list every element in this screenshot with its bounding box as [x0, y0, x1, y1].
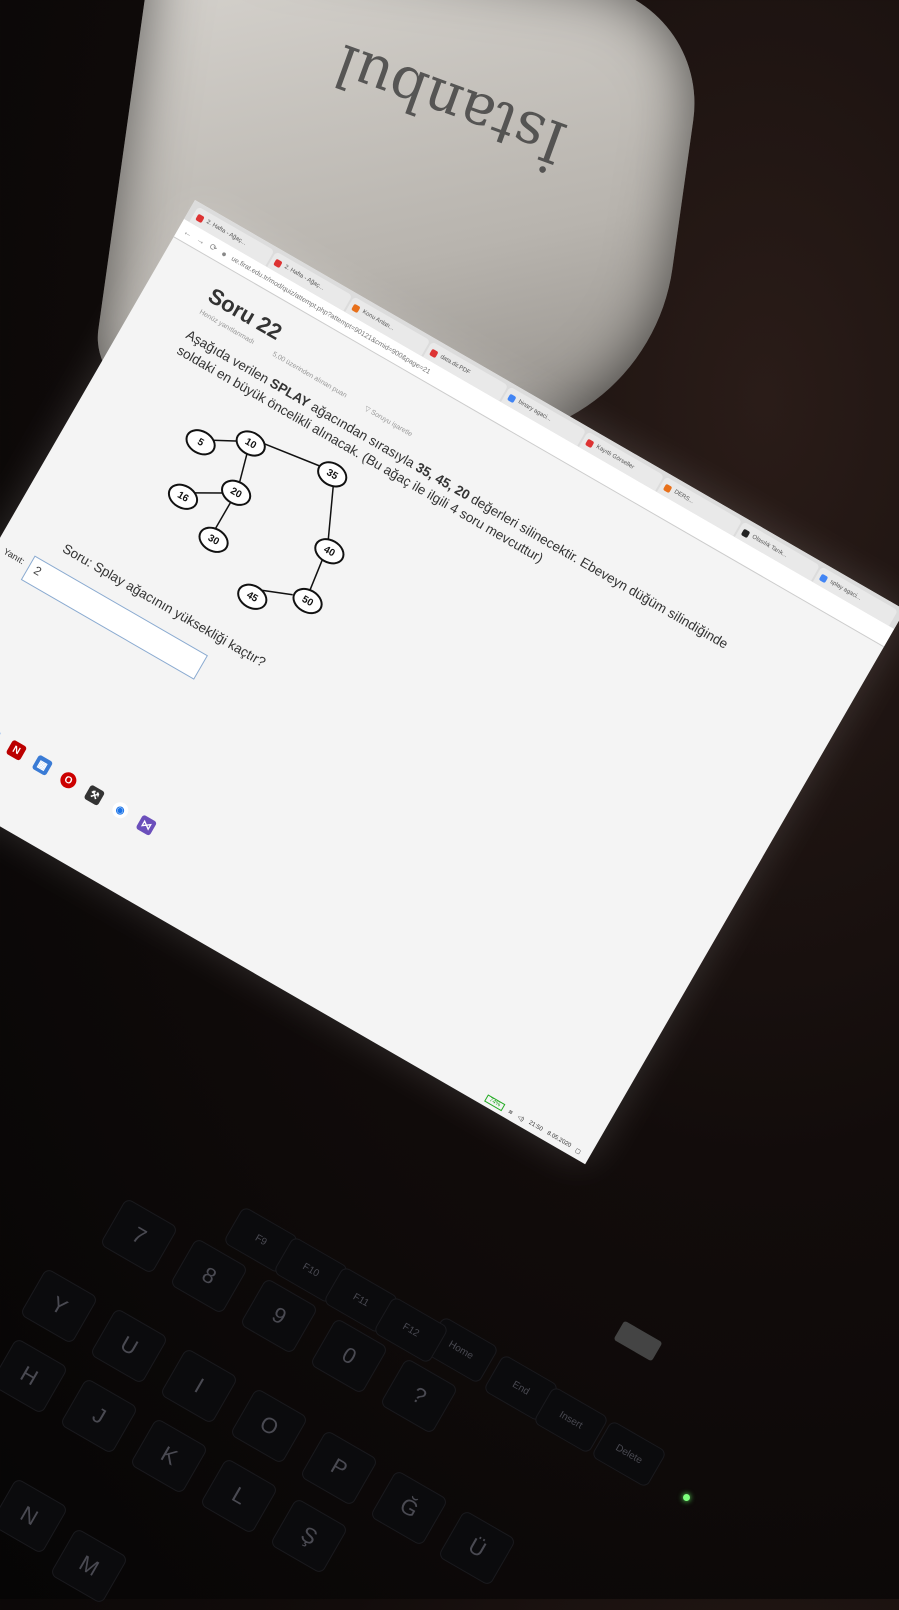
keyboard-key[interactable]: U	[90, 1308, 168, 1384]
tab-favicon-icon	[195, 213, 205, 223]
keyboard-key[interactable]: J	[60, 1378, 138, 1454]
store-icon[interactable]: ▦	[31, 754, 54, 777]
tab-favicon-icon	[507, 393, 517, 403]
netflix-icon[interactable]: N	[5, 739, 28, 762]
keyboard-key[interactable]: K	[130, 1418, 208, 1494]
lock-icon: ●	[219, 248, 230, 260]
keyboard-key[interactable]: Ş	[270, 1498, 348, 1574]
keyboard-key[interactable]: H	[0, 1338, 68, 1414]
reload-icon[interactable]: ⟳	[207, 241, 220, 254]
tab-favicon-icon	[273, 258, 283, 268]
tab-favicon-icon	[663, 483, 673, 493]
chrome-icon[interactable]: ◉	[109, 799, 132, 822]
visual-studio-icon[interactable]: ⋈	[135, 814, 158, 837]
keyboard-key[interactable]: P	[300, 1430, 378, 1506]
opera-icon[interactable]: O	[57, 769, 80, 792]
delete-key[interactable]: Delete	[592, 1421, 666, 1487]
tab-favicon-icon	[818, 573, 829, 583]
keyboard-key[interactable]: Ğ	[370, 1470, 448, 1546]
forward-arrow-icon[interactable]: →	[195, 234, 208, 247]
keyboard-key[interactable]: Y	[20, 1268, 98, 1344]
keyboard-key[interactable]: O	[230, 1388, 308, 1464]
keyboard-key[interactable]: 8	[170, 1238, 248, 1314]
answer-label: Yanıt:	[1, 546, 27, 567]
tab-favicon-icon	[429, 348, 439, 358]
tab-favicon-icon	[351, 303, 361, 313]
tab-favicon-icon	[585, 438, 595, 448]
tool-icon[interactable]: ⚒	[83, 784, 106, 807]
keyboard-key[interactable]: L	[200, 1458, 278, 1534]
mail-icon[interactable]: ✉	[0, 724, 2, 747]
keyboard-key[interactable]: N	[0, 1478, 68, 1554]
keyboard-key[interactable]: 7	[100, 1198, 178, 1274]
keyboard-key[interactable]: I	[160, 1348, 238, 1424]
keyboard-key[interactable]: M	[50, 1528, 128, 1604]
tab-favicon-icon	[741, 528, 751, 538]
power-led	[683, 1494, 690, 1501]
back-arrow-icon[interactable]: ←	[182, 226, 195, 239]
keyboard-key[interactable]: ?	[380, 1358, 458, 1434]
keyboard-key[interactable]: Ü	[438, 1510, 516, 1586]
keyboard: Y U I O P Ğ Ü H J K L Ş N M 7 8 9 0 ? Ho…	[0, 1050, 899, 1610]
